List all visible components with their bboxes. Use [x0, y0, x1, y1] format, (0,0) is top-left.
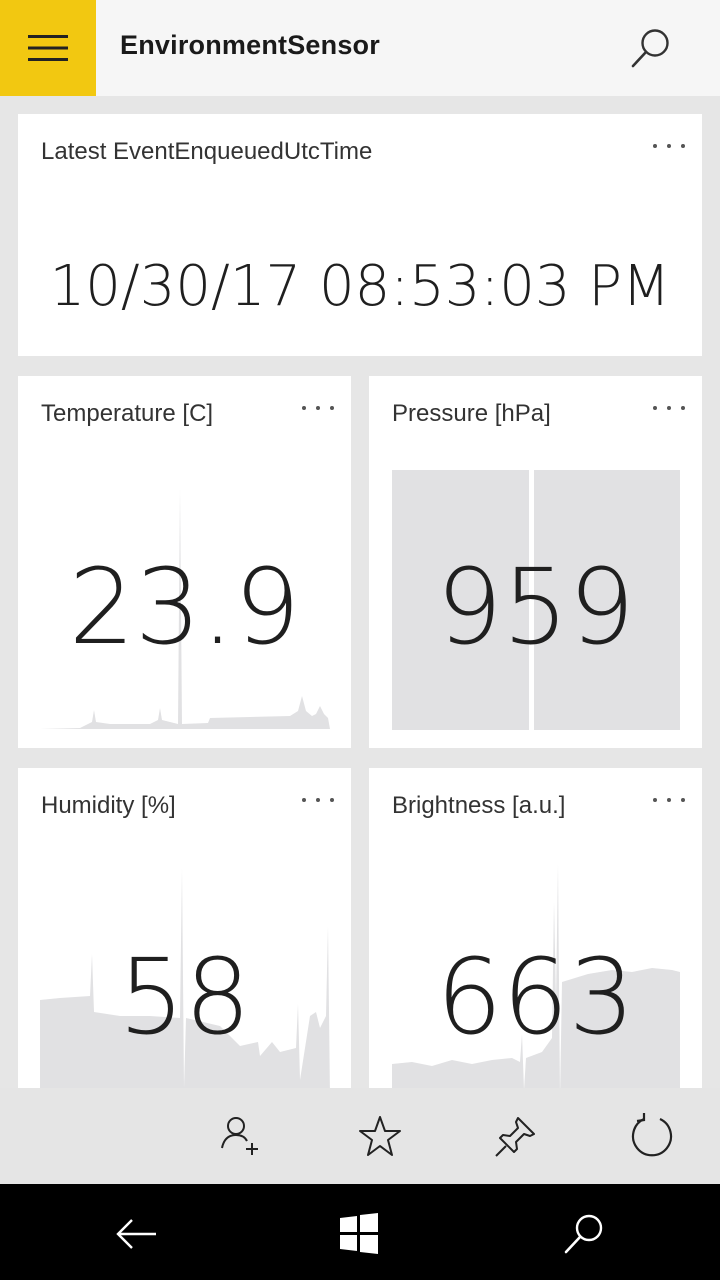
- more-icon: [653, 406, 685, 410]
- app-bar: [0, 1088, 720, 1184]
- more-options-button[interactable]: [301, 790, 335, 810]
- tile-value: 663: [436, 936, 635, 1058]
- more-icon: [653, 798, 685, 802]
- tile-value: 23.9: [68, 546, 301, 668]
- more-icon: [302, 406, 334, 410]
- more-options-button[interactable]: [301, 398, 335, 418]
- tile-value: 10/30/17 08:53:03 PM: [49, 254, 671, 319]
- pin-icon: [495, 1117, 535, 1157]
- tile-temperature[interactable]: Temperature [C] 23.9: [18, 376, 351, 748]
- tile-title: Brightness [a.u.]: [392, 792, 566, 819]
- favorite-button[interactable]: [354, 1110, 406, 1162]
- tile-title: Pressure [hPa]: [392, 400, 551, 427]
- tile-title: Temperature [C]: [41, 400, 214, 427]
- search-icon: [564, 1214, 603, 1254]
- start-button[interactable]: [336, 1210, 384, 1258]
- windows-logo-icon: [340, 1213, 378, 1254]
- tile-brightness[interactable]: Brightness [a.u.] 663: [369, 768, 702, 1098]
- refresh-icon: [631, 1113, 673, 1157]
- tile-value: 58: [118, 936, 251, 1058]
- star-icon: [359, 1116, 401, 1156]
- add-user-icon: [221, 1117, 258, 1155]
- tile-title: Latest EventEnqueuedUtcTime: [41, 138, 373, 165]
- pin-button[interactable]: [490, 1110, 542, 1162]
- invite-button[interactable]: [216, 1110, 268, 1162]
- more-options-button[interactable]: [652, 136, 686, 156]
- tile-humidity[interactable]: Humidity [%] 58: [18, 768, 351, 1098]
- more-icon: [653, 144, 685, 148]
- more-icon: [302, 798, 334, 802]
- app-title: EnvironmentSensor: [120, 30, 380, 60]
- back-button[interactable]: [112, 1210, 160, 1258]
- tile-latest-event-time[interactable]: Latest EventEnqueuedUtcTime 10/30/17 08:…: [18, 114, 702, 356]
- more-options-button[interactable]: [652, 790, 686, 810]
- header-search-button[interactable]: [622, 22, 678, 78]
- tile-title: Humidity [%]: [41, 792, 176, 819]
- more-options-button[interactable]: [652, 398, 686, 418]
- hamburger-icon: [28, 35, 68, 61]
- system-search-button[interactable]: [560, 1210, 608, 1258]
- tile-pressure[interactable]: Pressure [hPa] 959: [369, 376, 702, 748]
- menu-button[interactable]: [0, 0, 96, 96]
- app-header: EnvironmentSensor: [0, 0, 720, 96]
- search-icon: [631, 29, 669, 68]
- tile-value: 959: [436, 546, 635, 668]
- back-arrow-icon: [116, 1219, 156, 1249]
- refresh-button[interactable]: [626, 1110, 678, 1162]
- system-nav-bar: [0, 1184, 720, 1280]
